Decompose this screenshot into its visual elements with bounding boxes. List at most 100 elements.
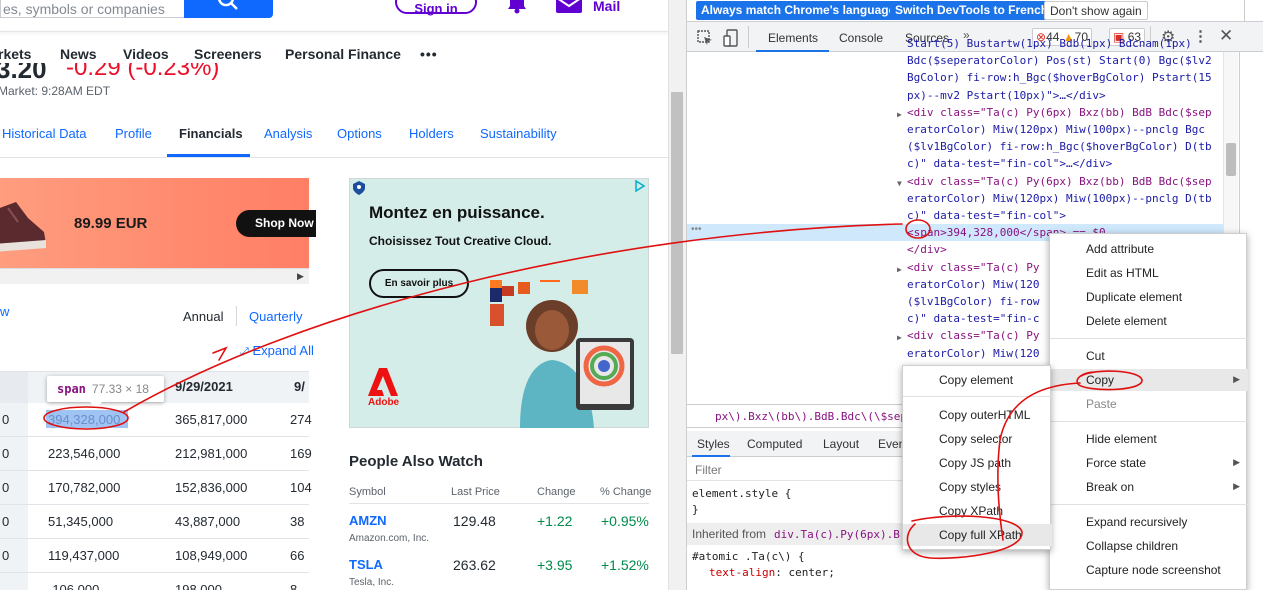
dom-node-line[interactable]: <div class="Ta(c) Py <box>907 260 1039 277</box>
inherited-selector-link[interactable]: div.Ta(c).Py(6px).B <box>774 528 900 541</box>
tab-profile[interactable]: Profile <box>115 126 152 141</box>
menu-item-paste[interactable]: Paste <box>1050 393 1248 415</box>
expand-triangle-icon[interactable]: ▶ <box>897 330 902 347</box>
tab-sustainability[interactable]: Sustainability <box>480 126 557 141</box>
menu-item-edit-as-html[interactable]: Edit as HTML <box>1050 262 1248 284</box>
nav-news[interactable]: News <box>60 46 97 62</box>
ad-carousel-scrollbar[interactable]: ▶ <box>0 268 309 284</box>
expand-triangle-icon[interactable]: ▶ <box>897 107 902 124</box>
submenu-arrow-icon: ▶ <box>1233 481 1240 491</box>
nav-markets[interactable]: rkets <box>0 46 31 62</box>
tab-computed[interactable]: Computed <box>747 437 802 451</box>
tab-holders[interactable]: Holders <box>409 126 454 141</box>
dom-node-line[interactable]: c)" data-test="fin-col">…</div> <box>907 156 1112 173</box>
search-button[interactable] <box>184 0 273 18</box>
paw-symbol-link[interactable]: TSLA <box>349 557 383 572</box>
search-input[interactable]: es, symbols or companies <box>0 0 184 18</box>
dom-node-line[interactable]: <div class="Ta(c) Py(6px) Bxz(bb) BdB Bd… <box>907 174 1212 191</box>
menu-item-hide-element[interactable]: Hide element <box>1050 428 1248 450</box>
inspect-element-icon[interactable] <box>697 30 713 46</box>
quarterly-toggle[interactable]: Quarterly <box>249 309 302 324</box>
annual-toggle[interactable]: Annual <box>183 309 223 324</box>
paw-company-name: Amazon.com, Inc. <box>349 533 430 544</box>
ad-price: 89.99 EUR <box>74 215 148 232</box>
menu-item-break-on[interactable]: Break on ▶ <box>1050 476 1248 498</box>
menu-item-cut[interactable]: Cut <box>1050 345 1248 367</box>
adchoices-icon[interactable] <box>634 180 646 192</box>
dom-node-line[interactable]: eratorColor) Miw(120px) Miw(100px)--pncl… <box>907 191 1212 208</box>
tab-styles[interactable]: Styles <box>697 437 730 451</box>
paw-symbol-link[interactable]: AMZN <box>349 513 387 528</box>
collapse-triangle-icon[interactable]: ▼ <box>897 176 902 193</box>
device-toolbar-icon[interactable] <box>723 29 739 47</box>
menu-item-capture-node-screenshot[interactable]: Capture node screenshot <box>1050 559 1248 581</box>
submenu-item-copy-full-xpath[interactable]: Copy full XPath <box>903 524 1052 546</box>
sign-in-button[interactable]: Sign in <box>395 0 477 16</box>
nav-videos[interactable]: Videos <box>123 46 169 62</box>
dom-node-line[interactable]: px)--mv2 Pstart(10px)">…</div> <box>907 88 1106 105</box>
menu-item-delete-element[interactable]: Delete element <box>1050 310 1248 332</box>
mail-icon[interactable] <box>556 0 582 15</box>
menu-item-add-attribute[interactable]: Add attribute <box>1050 238 1248 260</box>
mail-link[interactable]: Mail <box>593 0 620 14</box>
yahoo-finance-page: es, symbols or companies Sign in Mail rk… <box>0 0 686 590</box>
ad-privacy-icon[interactable] <box>353 181 365 195</box>
tab-historical-data[interactable]: Historical Data <box>2 126 87 141</box>
expand-triangle-icon[interactable]: ▶ <box>897 262 902 279</box>
submenu-item-copy-styles[interactable]: Copy styles <box>903 476 1052 498</box>
dom-node-line[interactable]: eratorColor) Miw(120 <box>907 346 1039 363</box>
element-style-rule[interactable]: element.style { <box>692 487 791 500</box>
more-options-icon[interactable]: ⋮ <box>1193 27 1208 45</box>
submenu-item-copy-selector[interactable]: Copy selector <box>903 428 1052 450</box>
dom-node-line[interactable]: Start(5) Bustartw(1px) Bdb(1px) Bdcnam(1… <box>907 36 1192 53</box>
dom-node-line[interactable]: eratorColor) Miw(120 <box>907 277 1039 294</box>
learn-more-button[interactable]: En savoir plus <box>369 269 469 298</box>
menu-item-duplicate-element[interactable]: Duplicate element <box>1050 286 1248 308</box>
shop-now-button[interactable]: Shop Now <box>236 210 316 237</box>
menu-item-force-state[interactable]: Force state ▶ <box>1050 452 1248 474</box>
match-language-button[interactable]: Always match Chrome's language <box>696 1 901 20</box>
close-icon[interactable]: ✕ <box>1219 26 1233 46</box>
tab-options[interactable]: Options <box>337 126 382 141</box>
tab-elements[interactable]: Elements <box>768 31 818 45</box>
row-label-cell <box>0 573 28 590</box>
menu-item-collapse-children[interactable]: Collapse children <box>1050 535 1248 557</box>
bell-icon[interactable] <box>507 0 527 14</box>
tab-financials[interactable]: Financials <box>179 126 243 141</box>
nav-more[interactable]: ••• <box>420 46 438 62</box>
nav-screeners[interactable]: Screeners <box>194 46 262 62</box>
css-declaration[interactable]: text-align: center; <box>709 566 835 579</box>
carousel-next-icon[interactable]: ▶ <box>297 271 304 282</box>
page-scrollbar-thumb[interactable] <box>671 92 683 354</box>
tab-layout[interactable]: Layout <box>823 437 859 451</box>
nav-personal-finance[interactable]: Personal Finance <box>285 46 401 62</box>
dont-show-again-button[interactable]: Don't show again <box>1044 1 1148 20</box>
node-actions-icon[interactable]: ••• <box>691 224 702 235</box>
dom-node-line[interactable]: <div class="Ta(c) Py(6px) Bxz(bb) BdB Bd… <box>907 105 1212 122</box>
expand-all-button[interactable]: ⤢ Expand All <box>240 343 314 359</box>
menu-item-copy[interactable]: Copy ▶ <box>1050 369 1248 391</box>
dom-node-line[interactable]: </div> <box>907 242 947 259</box>
adobe-logo-icon <box>368 368 398 396</box>
dom-node-line[interactable]: c)" data-test="fin-c <box>907 311 1039 328</box>
submenu-item-copy-js-path[interactable]: Copy JS path <box>903 452 1052 474</box>
elements-scrollbar-thumb[interactable] <box>1226 143 1236 176</box>
dom-node-line[interactable]: <div class="Ta(c) Py <box>907 328 1039 345</box>
dom-node-line[interactable]: BgColor) fi-row:h_Bgc($hoverBgColor) Pst… <box>907 70 1212 87</box>
dom-node-line[interactable]: ($lv1BgColor) fi-row <box>907 294 1039 311</box>
menu-item-expand-recursively[interactable]: Expand recursively <box>1050 511 1248 533</box>
view-toggle-link[interactable]: w <box>0 304 9 319</box>
tab-analysis[interactable]: Analysis <box>264 126 312 141</box>
styles-filter-input[interactable]: Filter <box>695 463 722 477</box>
dom-node-line[interactable]: eratorColor) Miw(120px) Miw(100px)--pncl… <box>907 122 1205 139</box>
atomic-rule-selector[interactable]: #atomic .Ta(c\) { <box>692 550 805 563</box>
submenu-item-copy-xpath[interactable]: Copy XPath <box>903 500 1052 522</box>
dom-node-line[interactable]: ($lv1BgColor) fi-row:h_Bgc($hoverBgColor… <box>907 139 1212 156</box>
dom-node-line[interactable]: c)" data-test="fin-col"> <box>907 208 1066 225</box>
paw-last-price: 263.62 <box>453 557 496 573</box>
submenu-item-copy-outerhtml[interactable]: Copy outerHTML <box>903 404 1052 426</box>
tab-console[interactable]: Console <box>839 31 883 45</box>
dom-node-line[interactable]: Bdc($seperatorColor) Pos(st) Start(0) Bg… <box>907 53 1212 70</box>
submenu-item-copy-element[interactable]: Copy element <box>903 369 1052 391</box>
switch-french-button[interactable]: Switch DevTools to French <box>890 1 1054 20</box>
